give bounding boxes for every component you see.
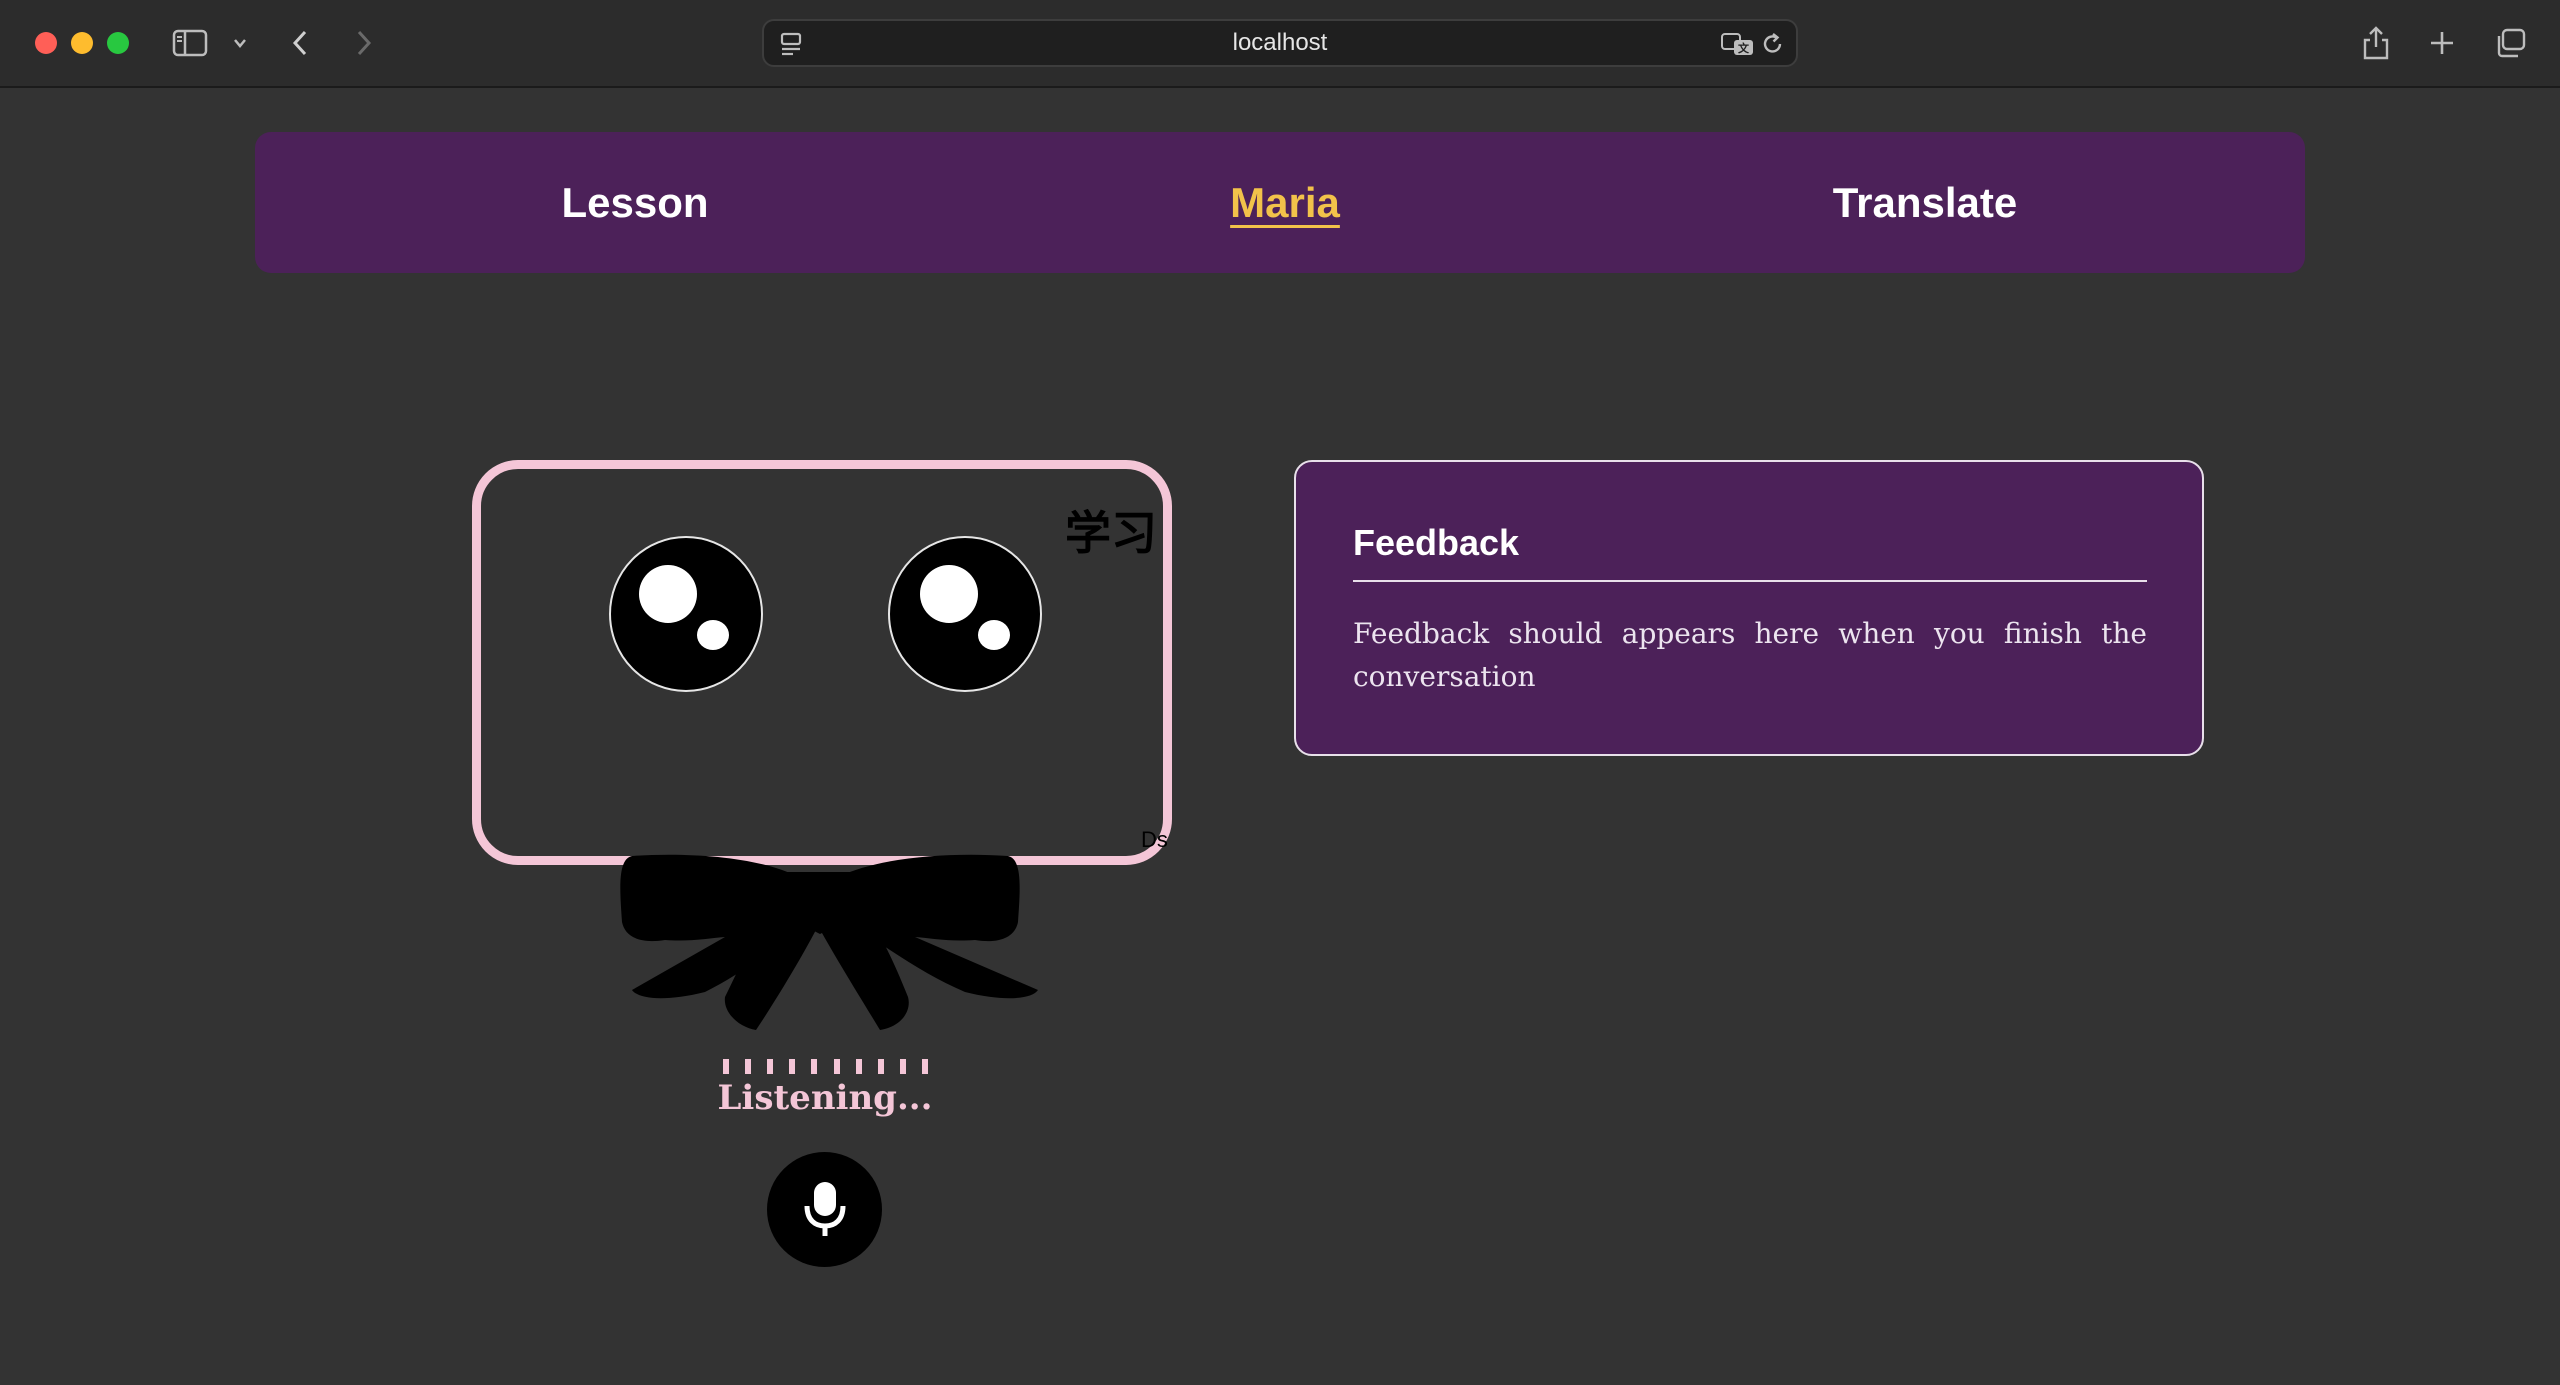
feedback-divider — [1353, 580, 2147, 582]
zoom-window-icon[interactable] — [107, 32, 129, 54]
microphone-icon — [804, 1181, 845, 1236]
translate-icon[interactable]: 文 — [1719, 23, 1757, 65]
level-tick — [745, 1059, 752, 1074]
svg-text:文: 文 — [1738, 41, 1750, 55]
microphone-button[interactable] — [767, 1152, 882, 1267]
audio-level-meter — [723, 1059, 928, 1075]
level-tick — [767, 1059, 774, 1074]
tab-overview-icon[interactable] — [2490, 22, 2530, 64]
address-text: localhost — [1232, 29, 1328, 56]
nav-maria[interactable]: Maria — [1055, 132, 1515, 273]
level-tick — [789, 1059, 796, 1074]
reload-icon[interactable] — [1758, 23, 1788, 65]
right-eye — [888, 536, 1042, 692]
listening-status: Listening... — [717, 1078, 933, 1118]
level-tick — [833, 1059, 840, 1074]
chevron-down-icon[interactable] — [228, 22, 252, 64]
feedback-panel: Feedback Feedback should appears here wh… — [1294, 460, 2204, 756]
tutor-character: 学习 Ds — [460, 452, 1190, 1052]
level-tick — [899, 1059, 906, 1074]
sidebar-icon[interactable] — [170, 22, 210, 64]
level-tick — [855, 1059, 862, 1074]
level-tick — [877, 1059, 884, 1074]
minimize-window-icon[interactable] — [71, 32, 93, 54]
new-tab-icon[interactable] — [2424, 22, 2460, 64]
main-nav: Lesson Maria Translate — [255, 132, 2305, 273]
character-art — [609, 536, 1042, 1030]
nav-translate[interactable]: Translate — [1695, 132, 2155, 273]
left-eye — [609, 536, 763, 692]
browser-toolbar: localhost 文 — [0, 0, 2560, 88]
level-tick — [723, 1059, 729, 1074]
close-window-icon[interactable] — [35, 32, 57, 54]
nav-lesson[interactable]: Lesson — [405, 132, 865, 273]
address-bar[interactable]: localhost 文 — [762, 19, 1798, 67]
feedback-title: Feedback — [1353, 522, 1520, 563]
back-icon[interactable] — [284, 22, 316, 64]
level-tick — [921, 1059, 928, 1074]
level-tick — [811, 1059, 818, 1074]
forward-icon[interactable] — [348, 22, 380, 64]
share-icon[interactable] — [2358, 22, 2394, 64]
feedback-text: Feedback should appears here when you fi… — [1353, 617, 2147, 693]
bow-tie — [620, 854, 1038, 1030]
